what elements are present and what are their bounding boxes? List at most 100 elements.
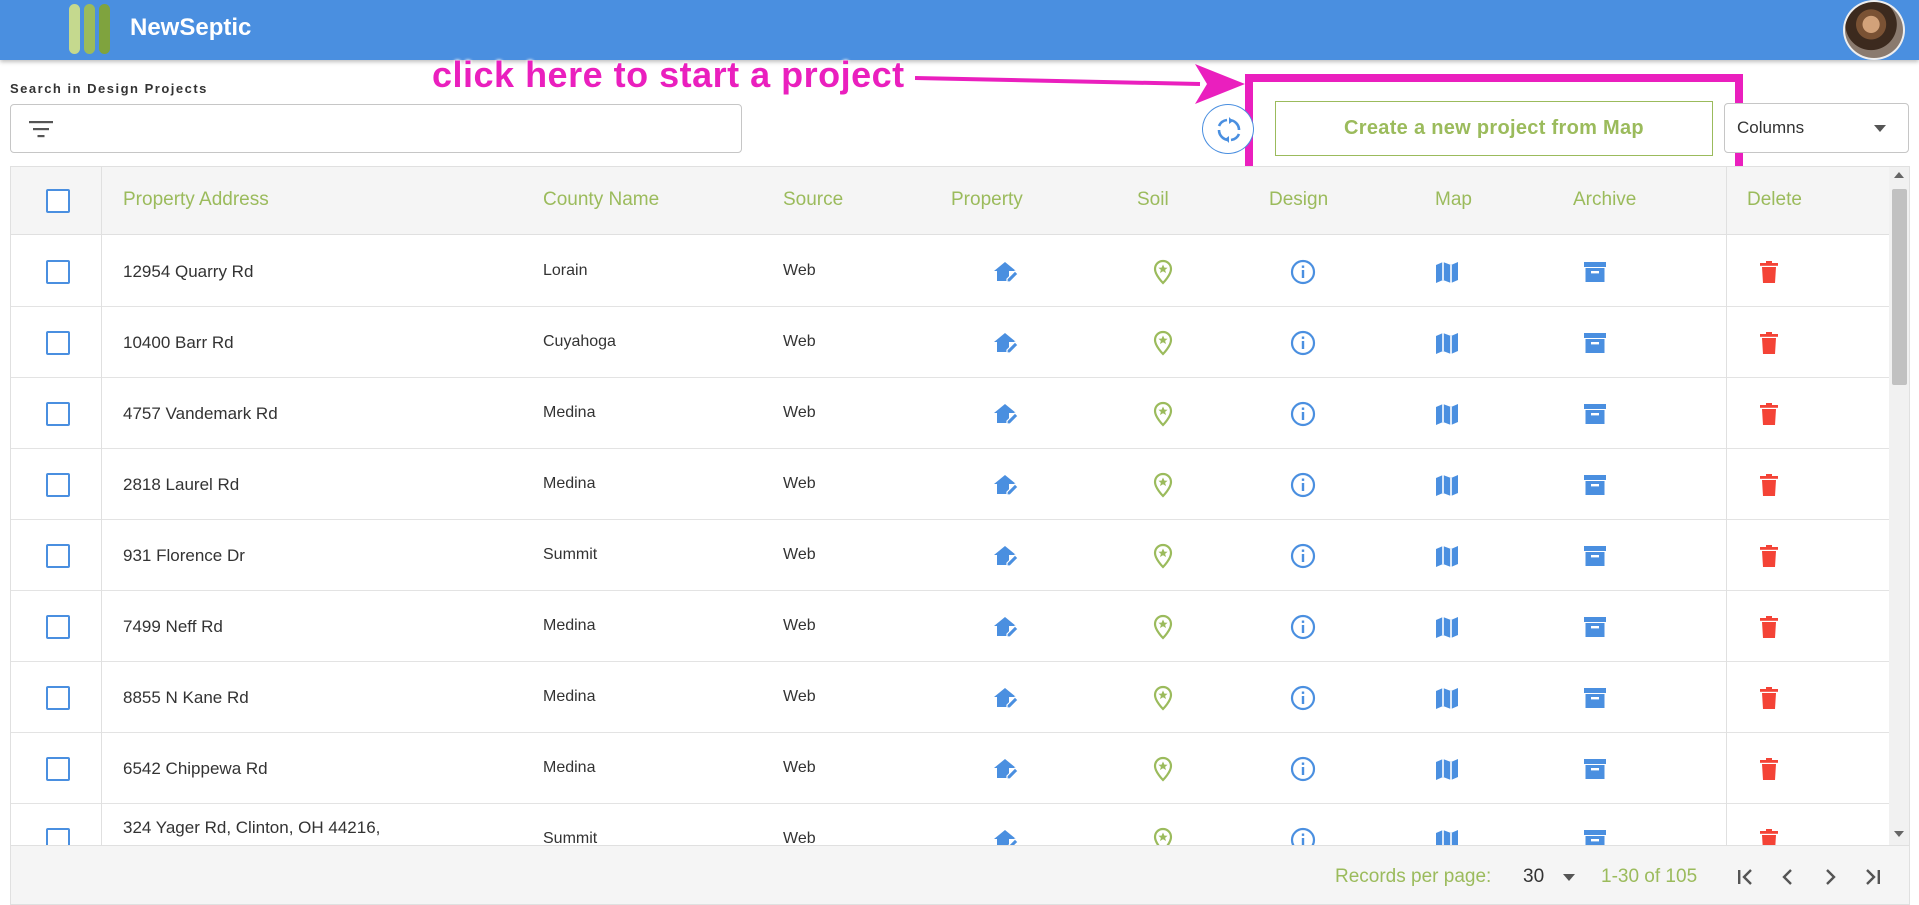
app-title[interactable]: NewSeptic [130, 14, 251, 42]
home-edit-icon[interactable] [992, 543, 1019, 569]
chevron-down-icon[interactable] [1563, 874, 1575, 881]
trash-icon[interactable] [1756, 330, 1782, 356]
column-header-map[interactable]: Map [1435, 167, 1472, 235]
table-row[interactable]: 12954 Quarry Rd Lorain Web [11, 236, 1889, 307]
row-checkbox[interactable] [46, 544, 70, 568]
info-icon[interactable] [1290, 756, 1316, 782]
info-icon[interactable] [1290, 259, 1316, 285]
records-per-page-select[interactable]: 30 [1523, 866, 1544, 888]
map-icon[interactable] [1434, 401, 1460, 427]
scrollbar-thumb[interactable] [1892, 189, 1907, 385]
user-avatar[interactable] [1843, 0, 1905, 60]
trash-icon[interactable] [1756, 472, 1782, 498]
info-icon[interactable] [1290, 543, 1316, 569]
map-pin-star-icon[interactable] [1150, 330, 1176, 356]
column-header-property-address[interactable]: Property Address [123, 167, 269, 235]
table-scrollbar[interactable] [1889, 167, 1909, 845]
archive-icon[interactable] [1582, 259, 1608, 285]
column-header-soil[interactable]: Soil [1137, 167, 1169, 235]
column-header-property[interactable]: Property [951, 167, 1023, 235]
table-row[interactable]: 7499 Neff Rd Medina Web [11, 591, 1889, 662]
map-pin-star-icon[interactable] [1150, 401, 1176, 427]
info-icon[interactable] [1290, 685, 1316, 711]
map-pin-star-icon[interactable] [1150, 472, 1176, 498]
map-pin-star-icon[interactable] [1150, 614, 1176, 640]
column-header-design[interactable]: Design [1269, 167, 1328, 235]
map-icon[interactable] [1434, 756, 1460, 782]
home-edit-icon[interactable] [992, 756, 1019, 782]
home-edit-icon[interactable] [992, 330, 1019, 356]
scroll-down-icon[interactable] [1894, 831, 1904, 837]
column-header-county-name[interactable]: County Name [543, 167, 659, 235]
column-header-source[interactable]: Source [783, 167, 843, 235]
trash-icon[interactable] [1756, 756, 1782, 782]
info-icon[interactable] [1290, 614, 1316, 640]
next-page-icon[interactable] [1815, 862, 1845, 892]
archive-icon[interactable] [1582, 614, 1608, 640]
filter-icon[interactable] [29, 120, 53, 138]
row-checkbox[interactable] [46, 473, 70, 497]
map-icon[interactable] [1434, 330, 1460, 356]
select-all-checkbox[interactable] [46, 189, 70, 213]
first-page-icon[interactable] [1731, 862, 1761, 892]
create-project-from-map-button[interactable]: Create a new project from Map [1275, 101, 1713, 156]
trash-icon[interactable] [1756, 827, 1782, 845]
home-edit-icon[interactable] [992, 401, 1019, 427]
last-page-icon[interactable] [1857, 862, 1887, 892]
archive-icon[interactable] [1582, 401, 1608, 427]
archive-icon[interactable] [1582, 472, 1608, 498]
previous-page-icon[interactable] [1773, 862, 1803, 892]
info-icon[interactable] [1290, 472, 1316, 498]
map-icon[interactable] [1434, 259, 1460, 285]
search-box[interactable] [10, 104, 742, 153]
map-pin-star-icon[interactable] [1150, 756, 1176, 782]
table-row[interactable]: 8855 N Kane Rd Medina Web [11, 662, 1889, 733]
info-icon[interactable] [1290, 827, 1316, 845]
table-row[interactable]: 10400 Barr Rd Cuyahoga Web [11, 307, 1889, 378]
home-edit-icon[interactable] [992, 827, 1019, 845]
map-icon[interactable] [1434, 614, 1460, 640]
newseptic-logo-icon[interactable] [69, 4, 111, 54]
trash-icon[interactable] [1756, 401, 1782, 427]
info-icon[interactable] [1290, 401, 1316, 427]
row-checkbox[interactable] [46, 402, 70, 426]
archive-icon[interactable] [1582, 543, 1608, 569]
archive-icon[interactable] [1582, 330, 1608, 356]
home-edit-icon[interactable] [992, 472, 1019, 498]
trash-icon[interactable] [1756, 543, 1782, 569]
table-row[interactable]: 6542 Chippewa Rd Medina Web [11, 733, 1889, 804]
map-pin-star-icon[interactable] [1150, 827, 1176, 845]
scroll-up-icon[interactable] [1894, 172, 1904, 178]
columns-select[interactable]: Columns [1724, 103, 1909, 153]
home-edit-icon[interactable] [992, 614, 1019, 640]
trash-icon[interactable] [1756, 685, 1782, 711]
map-pin-star-icon[interactable] [1150, 259, 1176, 285]
row-checkbox[interactable] [46, 260, 70, 284]
archive-icon[interactable] [1582, 685, 1608, 711]
archive-icon[interactable] [1582, 756, 1608, 782]
home-edit-icon[interactable] [992, 685, 1019, 711]
search-input[interactable] [71, 113, 731, 145]
home-edit-icon[interactable] [992, 259, 1019, 285]
row-checkbox[interactable] [46, 615, 70, 639]
column-header-delete[interactable]: Delete [1747, 167, 1802, 235]
table-row[interactable]: 4757 Vandemark Rd Medina Web [11, 378, 1889, 449]
refresh-button[interactable] [1202, 104, 1254, 154]
info-icon[interactable] [1290, 330, 1316, 356]
row-checkbox[interactable] [46, 757, 70, 781]
trash-icon[interactable] [1756, 259, 1782, 285]
map-icon[interactable] [1434, 827, 1460, 845]
map-icon[interactable] [1434, 685, 1460, 711]
row-checkbox[interactable] [46, 828, 70, 845]
table-row[interactable]: 324 Yager Rd, Clinton, OH 44216, Summit We… [11, 804, 1889, 845]
map-icon[interactable] [1434, 472, 1460, 498]
table-row[interactable]: 931 Florence Dr Summit Web [11, 520, 1889, 591]
map-pin-star-icon[interactable] [1150, 543, 1176, 569]
row-checkbox[interactable] [46, 686, 70, 710]
map-icon[interactable] [1434, 543, 1460, 569]
column-header-archive[interactable]: Archive [1573, 167, 1636, 235]
map-pin-star-icon[interactable] [1150, 685, 1176, 711]
trash-icon[interactable] [1756, 614, 1782, 640]
row-checkbox[interactable] [46, 331, 70, 355]
table-row[interactable]: 2818 Laurel Rd Medina Web [11, 449, 1889, 520]
